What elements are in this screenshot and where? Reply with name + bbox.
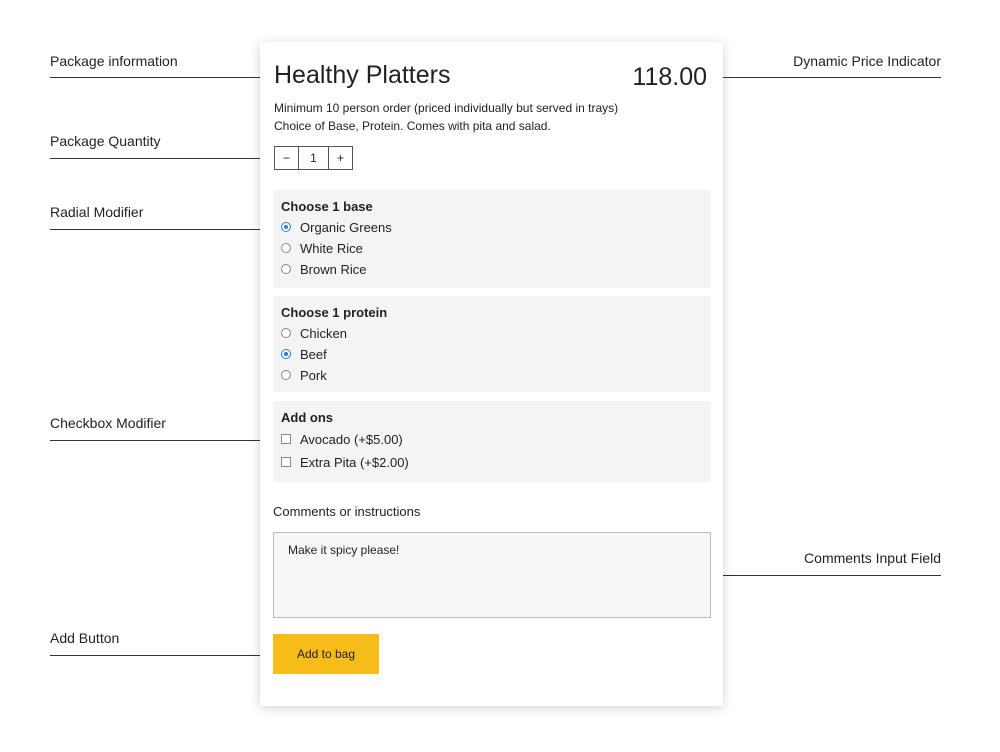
option-avocado[interactable]: Avocado (+$5.00): [281, 430, 403, 448]
option-label: Brown Rice: [300, 261, 367, 277]
option-extra-pita[interactable]: Extra Pita (+$2.00): [281, 453, 409, 471]
quantity-value[interactable]: 1: [298, 147, 329, 169]
annotation-comments-input-field: Comments Input Field: [804, 550, 941, 566]
description-line-2: Choice of Base, Protein. Comes with pita…: [274, 119, 551, 133]
group-title-protein: Choose 1 protein: [281, 305, 388, 320]
product-card: Healthy Platters 118.00 Minimum 10 perso…: [260, 42, 723, 706]
annotation-line-package-quantity: [50, 158, 275, 159]
add-to-bag-button[interactable]: Add to bag: [273, 634, 379, 674]
radio-icon[interactable]: [281, 328, 291, 338]
package-title: Healthy Platters: [274, 61, 451, 89]
description-line-1: Minimum 10 person order (priced individu…: [274, 101, 619, 115]
radio-selected-icon[interactable]: [281, 222, 291, 232]
checkbox-icon[interactable]: [281, 434, 291, 444]
radio-icon[interactable]: [281, 264, 291, 274]
option-label: Avocado (+$5.00): [300, 431, 403, 447]
annotation-package-information: Package information: [50, 53, 178, 69]
annotation-package-quantity: Package Quantity: [50, 133, 161, 149]
radio-selected-icon[interactable]: [281, 349, 291, 359]
protein-options-group: Choose 1 protein Chicken Beef Pork: [273, 296, 711, 392]
option-white-rice[interactable]: White Rice: [281, 239, 363, 257]
option-chicken[interactable]: Chicken: [281, 324, 347, 342]
option-label: Organic Greens: [300, 219, 392, 235]
checkbox-icon[interactable]: [281, 457, 291, 467]
increment-button[interactable]: +: [329, 147, 352, 169]
option-label: Chicken: [300, 325, 347, 341]
option-label: Pork: [300, 367, 327, 383]
annotation-dynamic-price-indicator: Dynamic Price Indicator: [793, 53, 941, 69]
option-brown-rice[interactable]: Brown Rice: [281, 260, 366, 278]
addons-options-group: Add ons Avocado (+$5.00) Extra Pita (+$2…: [273, 401, 711, 482]
option-pork[interactable]: Pork: [281, 366, 327, 384]
annotation-line-radial-modifier: [50, 229, 287, 230]
option-label: Beef: [300, 346, 327, 362]
annotation-line-package-information: [50, 77, 270, 78]
quantity-stepper: − 1 +: [274, 146, 353, 170]
option-organic-greens[interactable]: Organic Greens: [281, 218, 392, 236]
annotation-line-checkbox-modifier: [50, 440, 287, 441]
radio-icon[interactable]: [281, 243, 291, 253]
option-label: White Rice: [300, 240, 363, 256]
comments-label: Comments or instructions: [273, 504, 421, 519]
package-description: Minimum 10 person order (priced individu…: [274, 99, 618, 135]
annotation-add-button: Add Button: [50, 630, 120, 646]
annotation-radial-modifier: Radial Modifier: [50, 204, 144, 220]
radio-icon[interactable]: [281, 370, 291, 380]
annotation-line-add-button: [50, 655, 275, 656]
price-indicator: 118.00: [632, 63, 707, 91]
annotation-line-comments-input-field: [711, 575, 941, 576]
group-title-base: Choose 1 base: [281, 199, 373, 214]
annotation-line-dynamic-price-indicator: [714, 77, 941, 78]
annotation-checkbox-modifier: Checkbox Modifier: [50, 415, 166, 431]
base-options-group: Choose 1 base Organic Greens White Rice …: [273, 190, 711, 288]
group-title-addons: Add ons: [281, 410, 333, 425]
comments-input[interactable]: Make it spicy please!: [273, 532, 711, 618]
decrement-button[interactable]: −: [275, 147, 298, 169]
option-beef[interactable]: Beef: [281, 345, 327, 363]
option-label: Extra Pita (+$2.00): [300, 454, 409, 470]
